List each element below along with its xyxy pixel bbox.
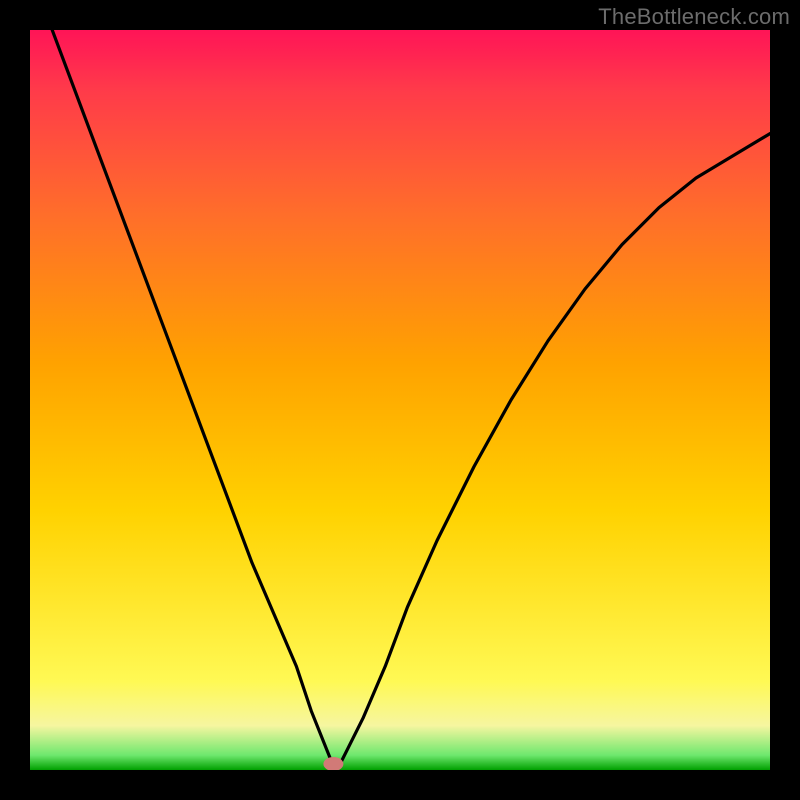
optimum-marker xyxy=(323,757,343,770)
watermark-text: TheBottleneck.com xyxy=(598,4,790,30)
plot-area xyxy=(30,30,770,770)
bottleneck-curve xyxy=(30,30,770,770)
chart-container: TheBottleneck.com xyxy=(0,0,800,800)
